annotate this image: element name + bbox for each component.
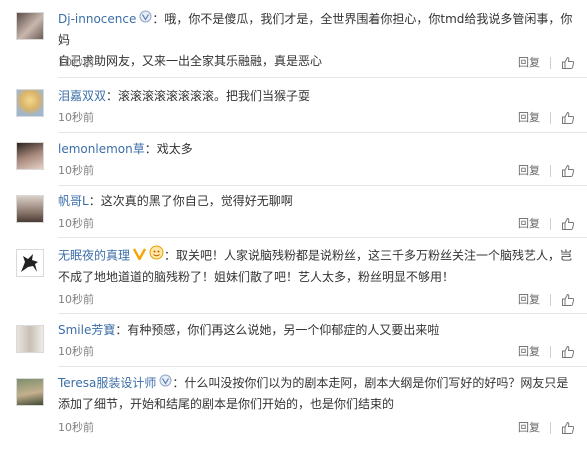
v-icon [139,9,152,30]
divider [550,294,551,306]
divider [550,346,551,358]
comment-author[interactable]: 泪嘉双双 [58,89,106,103]
divider [58,77,587,78]
reply-button[interactable]: 回复 [518,164,550,178]
comment-time: 10秒前 [58,345,94,358]
thumbs-up-icon [562,293,575,306]
comment-text: ：什么叫没按你们以为的剧本走阿，剧本大纲是你们写好的好吗？网友只是 [172,376,569,390]
thumbs-up-icon [562,421,575,434]
divider [58,185,587,186]
like-button[interactable] [561,293,575,307]
comment-author[interactable]: 帆哥L [58,194,89,208]
reply-button[interactable]: 回复 [518,345,550,359]
avatar[interactable] [16,249,44,277]
thumbs-up-icon [562,164,575,177]
comment-text-continued: 添加了细节，开始和结尾的剧本是你们开始的，也是你们结束的 [58,397,395,411]
like-button[interactable] [561,56,575,70]
comment-text: ：这次真的黑了你自己，觉得好无聊啊 [88,194,293,208]
avatar[interactable] [16,12,44,40]
vip-icon [149,245,164,267]
divider [550,218,551,230]
v-icon [159,373,172,394]
comment-author[interactable]: Smile芳寶 [58,323,115,337]
divider [58,132,587,133]
thumbs-up-icon [562,217,575,230]
avatar[interactable] [16,142,44,170]
divider [58,366,587,367]
comment-text: ：戏太多 [144,142,193,156]
avatar[interactable] [16,378,44,406]
comment-author[interactable]: lemonlemon草 [58,142,145,156]
reply-button[interactable]: 回复 [518,111,550,125]
comment-time: 10秒前 [58,421,94,434]
divider [58,313,587,314]
comment-time: 10秒前 [58,56,94,69]
comment-text: ：滚滚滚滚滚滚滚滚。把我们当猴子耍 [106,89,311,103]
reply-button[interactable]: 回复 [518,293,550,307]
comment-text: ：取关吧！人家说脑残粉都是说粉丝，这三千多万粉丝关注一个脑残艺人，岂 [164,248,573,263]
like-button[interactable] [561,217,575,231]
comment-text-continued: 不成了地地道道的脑残粉了！姐妹们散了吧！艺人太多，粉丝明显不够用！ [58,270,455,284]
like-button[interactable] [561,111,575,125]
thumbs-up-icon [562,345,575,358]
like-button[interactable] [561,345,575,359]
comment-text-continued: 自己求助网友，又来一出全家其乐融融，真是恶心 [58,54,323,68]
avatar[interactable] [16,325,44,353]
avatar[interactable] [16,195,44,223]
comment-time: 10秒前 [58,217,94,230]
comment-author[interactable]: Dj-innocence [58,12,136,26]
horse-logo-icon [21,254,38,272]
reply-button[interactable]: 回复 [518,421,550,435]
divider [550,165,551,177]
divider [550,57,551,69]
comment-time: 10秒前 [58,293,94,306]
thumbs-up-icon [562,56,575,69]
divider [550,422,551,434]
avatar[interactable] [16,89,44,117]
like-button[interactable] [561,164,575,178]
divider [550,112,551,124]
reply-button[interactable]: 回复 [518,217,550,231]
comment-text: ：有种预感，你们再这么说她，另一个仰郁症的人又要出来啦 [115,323,440,337]
comment-time: 10秒前 [58,111,94,124]
like-button[interactable] [561,421,575,435]
comment-time: 10秒前 [58,164,94,177]
v-icon [132,246,147,267]
thumbs-up-icon [562,111,575,124]
comment-author[interactable]: 无眠夜的真理 [58,249,130,263]
reply-button[interactable]: 回复 [518,56,550,70]
comment-author[interactable]: Teresa服装设计师 [58,376,156,390]
divider [58,237,587,238]
